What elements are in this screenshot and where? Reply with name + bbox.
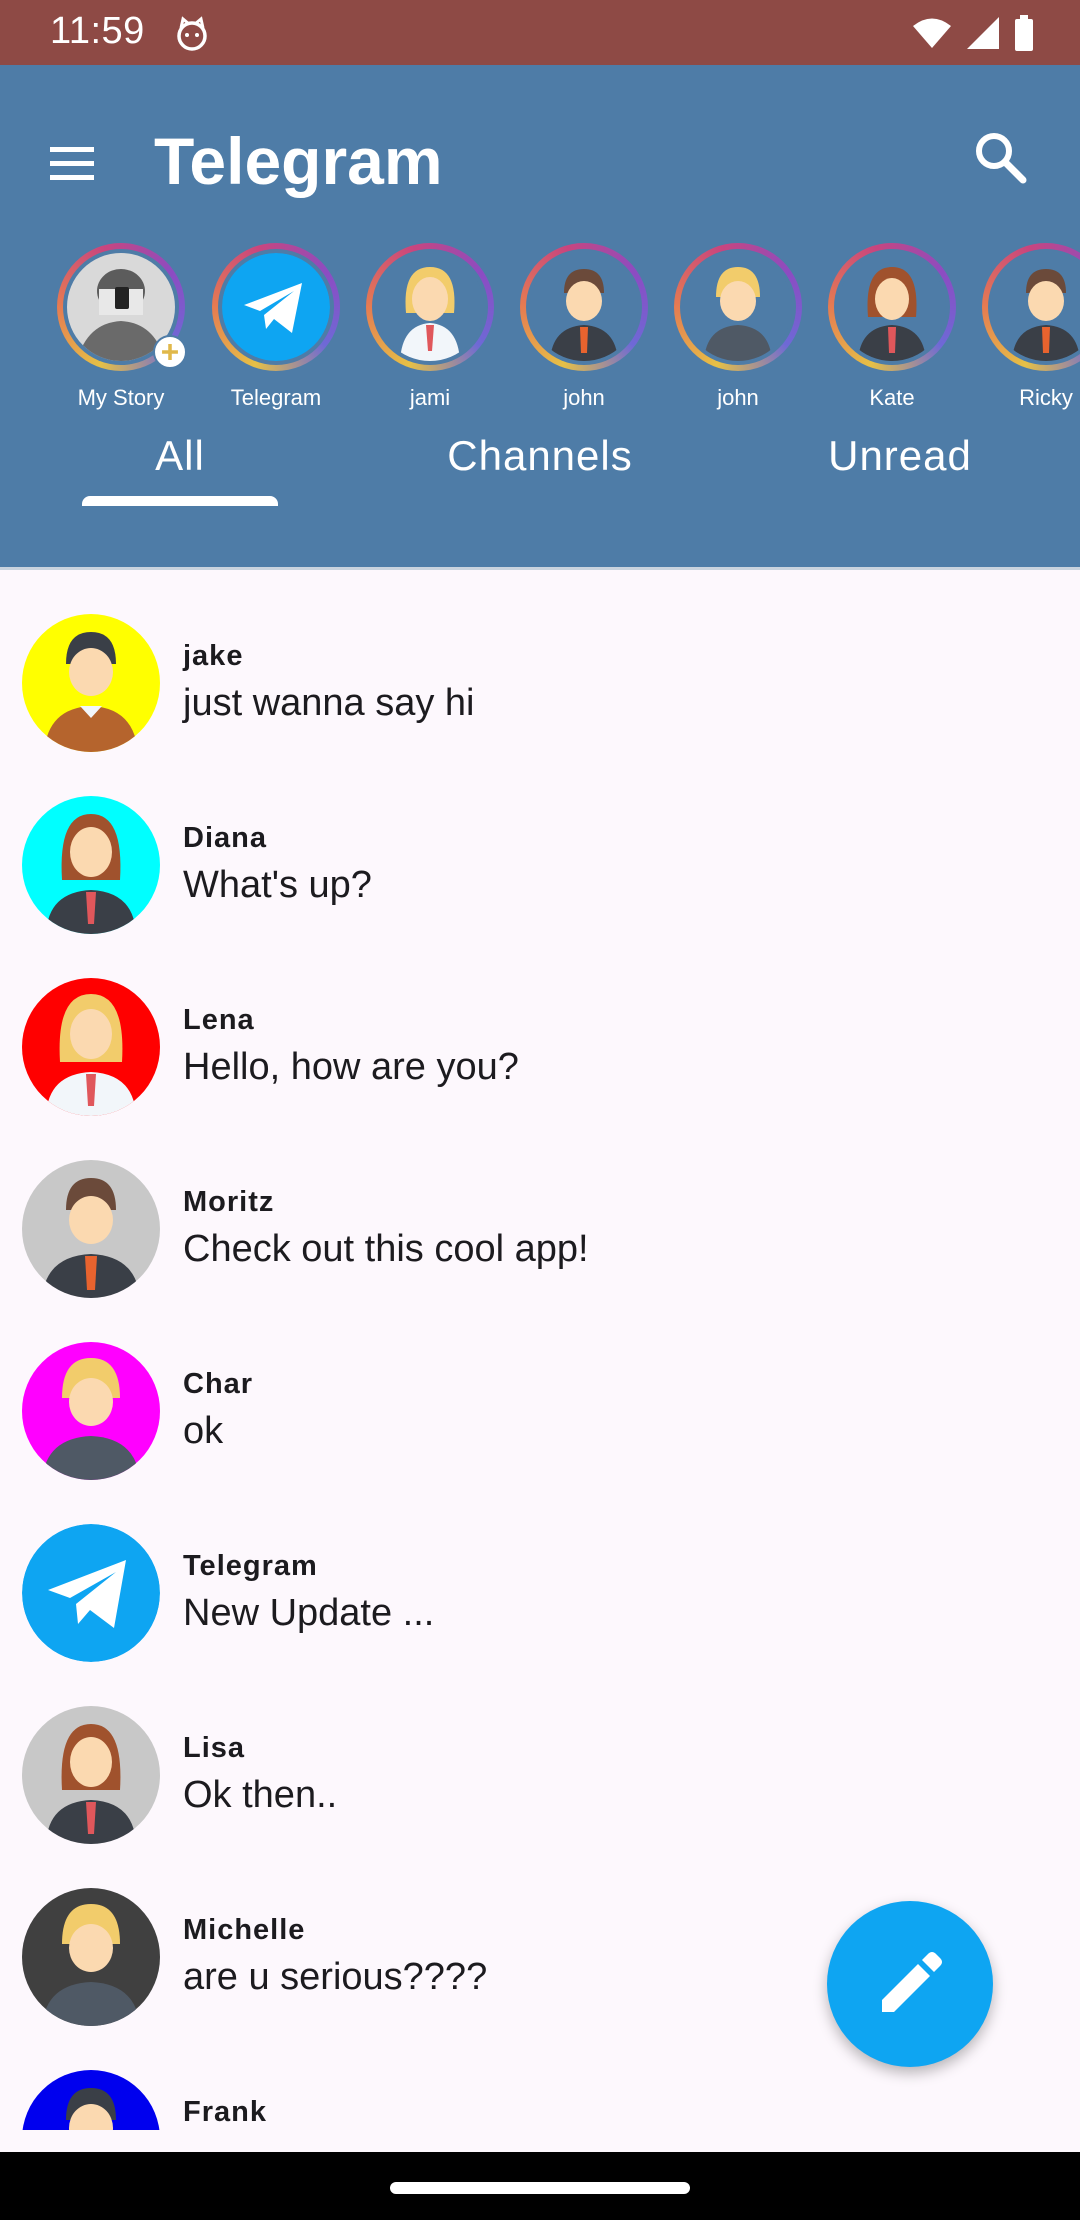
tab-bar: All Channels Unread bbox=[0, 420, 1080, 503]
chat-name: Lena bbox=[183, 1004, 255, 1036]
woman-brown-suit-avatar-icon bbox=[22, 796, 160, 934]
avatar bbox=[22, 796, 160, 934]
chat-message: are u serious???? bbox=[183, 1956, 488, 1998]
chat-row-char[interactable]: Char ok bbox=[0, 1298, 1080, 1480]
chat-name: Moritz bbox=[183, 1186, 275, 1218]
tab-indicator bbox=[82, 496, 278, 506]
story-label: john bbox=[717, 385, 759, 410]
story-john-2[interactable]: john bbox=[661, 243, 815, 411]
avatar bbox=[222, 253, 330, 361]
man-blonde-avatar-icon bbox=[22, 1888, 160, 2026]
chat-message: just wanna say hi bbox=[183, 682, 475, 724]
man-blonde-avatar-icon bbox=[22, 1342, 160, 1480]
chat-message: Ok then.. bbox=[183, 1774, 338, 1816]
story-label: Telegram bbox=[230, 385, 322, 410]
avatar bbox=[22, 1342, 160, 1480]
man-dark-hair-avatar-icon bbox=[22, 614, 160, 752]
woman-blonde-avatar-icon bbox=[22, 978, 160, 1116]
chat-name: Michelle bbox=[183, 1914, 306, 1946]
woman-brown-suit-avatar-icon bbox=[22, 1706, 160, 1844]
chat-message: Hello, how are you? bbox=[183, 1046, 519, 1088]
woman-brown-suit-avatar-icon bbox=[838, 253, 946, 361]
chat-name: Char bbox=[183, 1368, 254, 1400]
add-story-icon[interactable] bbox=[153, 335, 187, 369]
tab-all[interactable]: All bbox=[0, 420, 360, 503]
story-jami[interactable]: jami bbox=[353, 243, 507, 411]
pencil-edit-icon bbox=[882, 1952, 942, 2012]
woman-blonde-avatar-icon bbox=[376, 253, 484, 361]
avatar bbox=[22, 978, 160, 1116]
chat-row-diana[interactable]: Diana What's up? bbox=[0, 752, 1080, 934]
story-kate[interactable]: Kate bbox=[815, 243, 969, 411]
chat-row-telegram[interactable]: Telegram New Update ... bbox=[0, 1480, 1080, 1662]
status-bar: 11:59 bbox=[0, 0, 1080, 65]
story-ricky[interactable]: Ricky bbox=[969, 243, 1080, 411]
avatar bbox=[22, 1160, 160, 1298]
chat-name: Telegram bbox=[183, 1550, 318, 1582]
avatar bbox=[530, 253, 638, 361]
man-suit-avatar-icon bbox=[530, 253, 638, 361]
man-suit-avatar-icon bbox=[992, 253, 1080, 361]
man-suit-avatar-icon bbox=[22, 1160, 160, 1298]
chat-message: ok bbox=[183, 1410, 224, 1452]
tab-unread[interactable]: Unread bbox=[720, 420, 1080, 503]
home-gesture-handle[interactable] bbox=[390, 2182, 690, 2194]
story-label: My Story bbox=[77, 385, 165, 410]
battery-icon bbox=[1015, 15, 1033, 51]
system-navigation-bar bbox=[0, 2152, 1080, 2220]
stories-row: My Story Telegram jami john john Kate Ri… bbox=[0, 243, 1080, 423]
avatar bbox=[22, 1888, 160, 2026]
story-label: jami bbox=[409, 385, 451, 410]
chat-name: jake bbox=[183, 640, 244, 672]
chat-list: jake just wanna say hi Diana What's up? bbox=[0, 570, 1080, 2130]
avatar bbox=[992, 253, 1080, 361]
avatar bbox=[22, 2070, 160, 2130]
chat-row-lena[interactable]: Lena Hello, how are you? bbox=[0, 934, 1080, 1116]
chat-name: Diana bbox=[183, 822, 267, 854]
signal-icon bbox=[967, 17, 999, 49]
chat-message: New Update ... bbox=[183, 1592, 435, 1634]
status-icons bbox=[912, 14, 1034, 52]
chat-row-lisa[interactable]: Lisa Ok then.. bbox=[0, 1662, 1080, 1844]
story-label: Ricky bbox=[1019, 385, 1073, 410]
telegram-logo-icon bbox=[222, 253, 330, 361]
tab-channels[interactable]: Channels bbox=[360, 420, 720, 503]
chat-message: What's up? bbox=[183, 864, 372, 906]
avatar bbox=[22, 614, 160, 752]
story-label: john bbox=[563, 385, 605, 410]
story-telegram[interactable]: Telegram bbox=[199, 243, 353, 411]
cat-notification-icon bbox=[177, 16, 207, 51]
avatar bbox=[838, 253, 946, 361]
story-label: Kate bbox=[869, 385, 915, 410]
avatar bbox=[684, 253, 792, 361]
app-title: Telegram bbox=[154, 124, 443, 198]
search-icon[interactable] bbox=[968, 125, 1032, 189]
telegram-logo-icon bbox=[22, 1524, 160, 1662]
avatar bbox=[22, 1524, 160, 1662]
man-blonde-avatar-icon bbox=[684, 253, 792, 361]
avatar bbox=[22, 1706, 160, 1844]
status-time: 11:59 bbox=[50, 10, 145, 52]
compose-button[interactable] bbox=[827, 1901, 993, 2067]
story-john[interactable]: john bbox=[507, 243, 661, 411]
hamburger-menu-icon[interactable] bbox=[44, 135, 100, 191]
chat-name: Frank bbox=[183, 2096, 267, 2128]
man-dark-hair-avatar-icon bbox=[22, 2070, 160, 2130]
wifi-icon bbox=[913, 18, 951, 48]
avatar bbox=[376, 253, 484, 361]
chat-row-jake[interactable]: jake just wanna say hi bbox=[0, 570, 1080, 752]
chat-row-moritz[interactable]: Moritz Check out this cool app! bbox=[0, 1116, 1080, 1298]
story-my-story[interactable]: My Story bbox=[44, 243, 198, 411]
chat-name: Lisa bbox=[183, 1732, 246, 1764]
chat-message: Check out this cool app! bbox=[183, 1228, 589, 1270]
